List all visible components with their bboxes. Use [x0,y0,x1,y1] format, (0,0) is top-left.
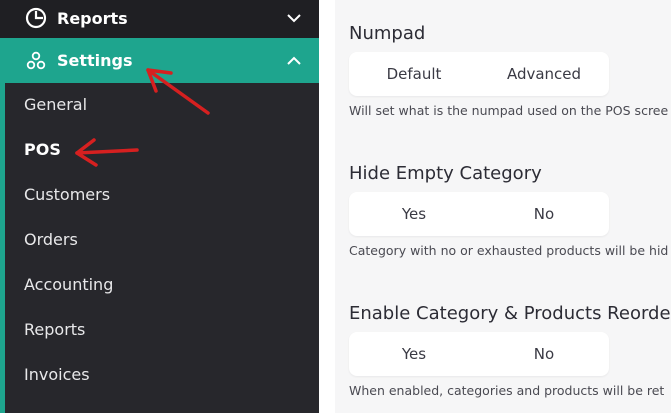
submenu-item-general[interactable]: General [24,95,87,114]
submenu-item-accounting[interactable]: Accounting [24,275,113,294]
sidebar-item-settings[interactable]: Settings [0,38,319,83]
clock-chart-icon [25,7,47,29]
sidebar: Reports Settings General POS Customers O… [0,0,319,413]
chevron-up-icon [285,52,303,70]
submenu-item-pos[interactable]: POS [24,140,61,159]
sidebar-item-reports[interactable]: Reports [0,0,319,36]
chevron-down-icon [285,9,303,27]
numpad-advanced-option[interactable]: Advanced [479,52,609,96]
submenu-item-invoices[interactable]: Invoices [24,365,90,384]
settings-content: Numpad Default Advanced Will set what is… [319,0,671,413]
sidebar-item-label: Settings [57,51,133,70]
sidebar-item-label: Reports [57,8,128,28]
submenu-item-reports[interactable]: Reports [24,320,85,339]
hide-empty-category-help: Category with no or exhausted products w… [349,243,669,258]
submenu-accent-bar [0,83,5,413]
hide-empty-yes-option[interactable]: Yes [349,192,479,236]
submenu-item-customers[interactable]: Customers [24,185,110,204]
hide-empty-no-option[interactable]: No [479,192,609,236]
reorder-no-option[interactable]: No [479,332,609,376]
settings-nodes-icon [25,50,47,72]
reorder-title: Enable Category & Products Reorder [349,303,671,324]
numpad-title: Numpad [349,23,426,44]
hide-empty-category-title: Hide Empty Category [349,163,542,184]
reorder-help: When enabled, categories and products wi… [349,383,665,398]
content-gutter [319,0,335,413]
hide-empty-category-toggle: Yes No [349,192,609,236]
numpad-toggle: Default Advanced [349,52,609,96]
numpad-default-option[interactable]: Default [349,52,479,96]
numpad-help: Will set what is the numpad used on the … [349,103,669,118]
settings-submenu: General POS Customers Orders Accounting … [0,83,319,413]
reorder-yes-option[interactable]: Yes [349,332,479,376]
reorder-toggle: Yes No [349,332,609,376]
submenu-item-orders[interactable]: Orders [24,230,78,249]
